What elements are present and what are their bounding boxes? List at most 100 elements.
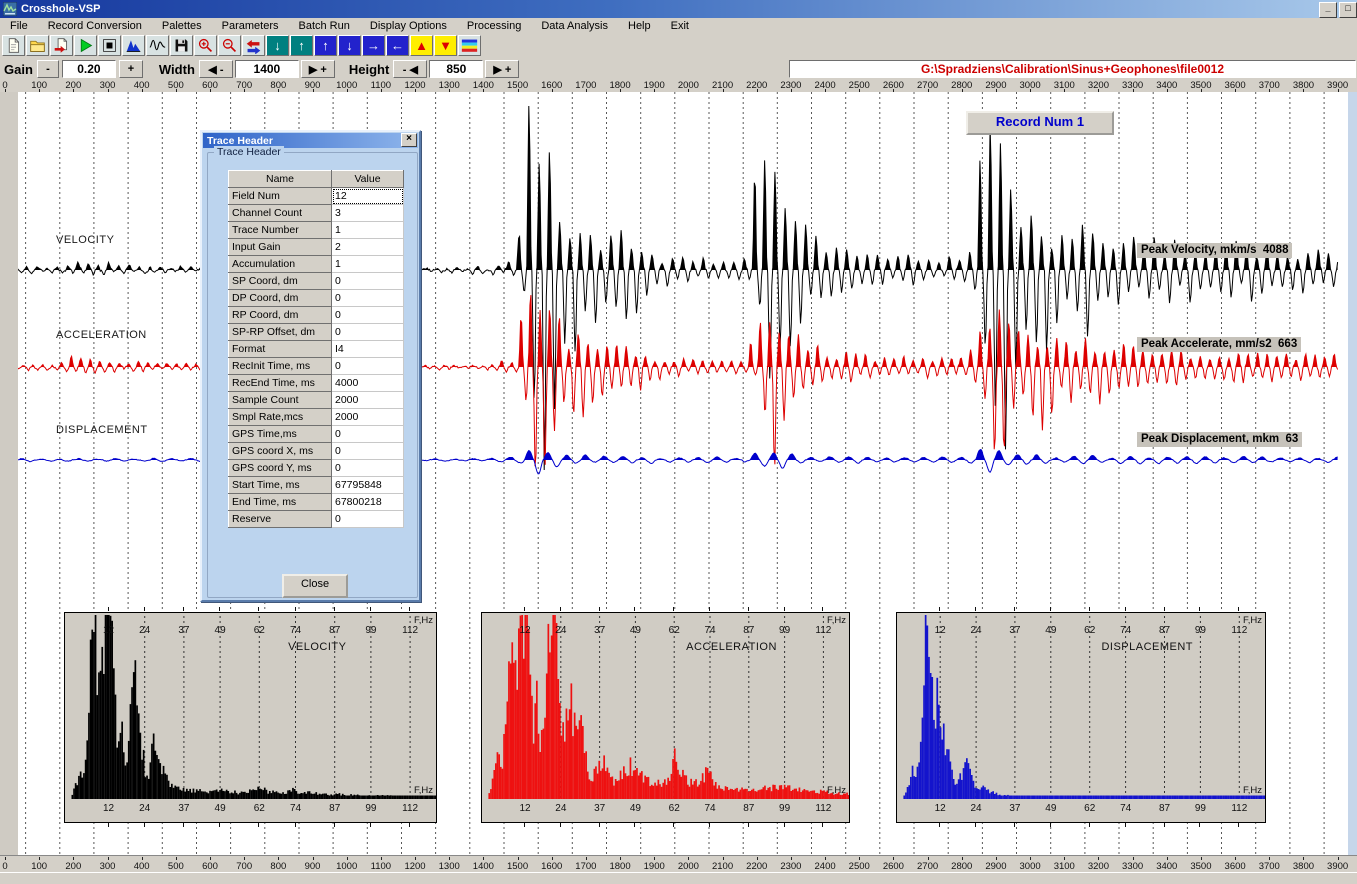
- field-value-cell[interactable]: 0: [332, 358, 404, 375]
- zoom-out-button[interactable]: [218, 35, 241, 56]
- freq-tick-label: 12: [935, 803, 946, 814]
- field-value-cell[interactable]: 0: [332, 511, 404, 528]
- ruler-tick: [142, 857, 143, 860]
- menu-item-data-analysis[interactable]: Data Analysis: [531, 19, 618, 34]
- field-value-cell[interactable]: 2: [332, 239, 404, 256]
- field-value-cell[interactable]: 0: [332, 290, 404, 307]
- stop-button[interactable]: [98, 35, 121, 56]
- chart-outer-tick: [1014, 607, 1015, 611]
- trace-header-row: GPS coord X, ms0: [229, 443, 404, 460]
- ruler-tick: [688, 857, 689, 860]
- save-record-as-button[interactable]: [50, 35, 73, 56]
- trace-header-row: End Time, ms67800218: [229, 494, 404, 511]
- freq-tick-label: 74: [1120, 625, 1131, 636]
- spectrum-view-button[interactable]: [122, 35, 145, 56]
- move-up-button[interactable]: ↑: [290, 35, 313, 56]
- waveform-view-button[interactable]: [146, 35, 169, 56]
- ruler-label: 1100: [371, 861, 391, 872]
- ruler-tick: [244, 857, 245, 860]
- ruler-label: 1800: [609, 861, 630, 872]
- field-value-cell[interactable]: 2000: [332, 409, 404, 426]
- gain-up-button[interactable]: ▲: [410, 35, 433, 56]
- field-name-cell: DP Coord, dm: [229, 290, 332, 307]
- field-value-cell[interactable]: 1: [332, 222, 404, 239]
- freq-tick-label: 12: [935, 625, 946, 636]
- field-value-cell[interactable]: 67800218: [332, 494, 404, 511]
- field-value-cell[interactable]: 0: [332, 273, 404, 290]
- trace-header-row: Channel Count3: [229, 205, 404, 222]
- menu-item-parameters[interactable]: Parameters: [212, 19, 289, 34]
- open-file-icon: [27, 36, 48, 55]
- scroll-right-button[interactable]: →: [362, 35, 385, 56]
- menu-item-palettes[interactable]: Palettes: [152, 19, 212, 34]
- menu-item-processing[interactable]: Processing: [457, 19, 531, 34]
- gain-down-button[interactable]: ▼: [434, 35, 457, 56]
- field-name-cell: GPS coord X, ms: [229, 443, 332, 460]
- open-file-button[interactable]: [26, 35, 49, 56]
- ruler-tick: [5, 857, 6, 860]
- menu-item-exit[interactable]: Exit: [661, 19, 699, 34]
- field-name-cell: Input Gain: [229, 239, 332, 256]
- minimize-button[interactable]: _: [1319, 2, 1337, 18]
- gain-decrease-button[interactable]: -: [37, 60, 59, 78]
- scroll-up-button[interactable]: ↑: [314, 35, 337, 56]
- width-increase-button[interactable]: ▶ +: [301, 60, 335, 78]
- ruler-tick: [586, 857, 587, 860]
- width-input[interactable]: [235, 60, 299, 78]
- freq-tick-label: 37: [178, 625, 189, 636]
- waveform-view-icon: [147, 36, 168, 55]
- zoom-in-button[interactable]: [194, 35, 217, 56]
- palette-button[interactable]: [458, 35, 481, 56]
- menu-item-help[interactable]: Help: [618, 19, 661, 34]
- field-value-cell[interactable]: 67795848: [332, 477, 404, 494]
- scroll-left-button[interactable]: ←: [386, 35, 409, 56]
- field-value-cell[interactable]: 2000: [332, 392, 404, 409]
- move-down-icon: ↓: [267, 36, 288, 55]
- field-value-cell[interactable]: 0: [332, 460, 404, 477]
- ruler-label: 400: [134, 861, 150, 872]
- dialog-close-icon[interactable]: ×: [401, 133, 417, 147]
- height-increase-button[interactable]: ▶ +: [485, 60, 519, 78]
- swap-direction-button[interactable]: [242, 35, 265, 56]
- field-value-cell[interactable]: 0: [332, 426, 404, 443]
- gain-input[interactable]: [62, 60, 116, 78]
- move-down-button[interactable]: ↓: [266, 35, 289, 56]
- freq-tick-label: 74: [704, 625, 715, 636]
- field-value-cell[interactable]: 0: [332, 443, 404, 460]
- field-value-cell[interactable]: 4000: [332, 375, 404, 392]
- ruler-label: 1700: [575, 861, 596, 872]
- menu-item-record-conversion[interactable]: Record Conversion: [38, 19, 152, 34]
- menu-item-batch-run[interactable]: Batch Run: [289, 19, 360, 34]
- width-decrease-button[interactable]: ◀ -: [199, 60, 233, 78]
- freq-tick-label: 24: [555, 803, 566, 814]
- gain-increase-button[interactable]: +: [119, 60, 143, 78]
- maximize-button[interactable]: □: [1339, 2, 1357, 18]
- field-value-cell[interactable]: 12: [332, 188, 404, 205]
- toolbar: ↓↑↑↓→←▲▼: [0, 34, 1357, 58]
- chart-title: DISPLACEMENT: [1101, 641, 1193, 653]
- start-button[interactable]: [74, 35, 97, 56]
- ruler-label: 800: [270, 861, 286, 872]
- chart-outer-tick: [748, 823, 749, 827]
- new-record-button[interactable]: [2, 35, 25, 56]
- field-value-cell[interactable]: I4: [332, 341, 404, 358]
- chart-outer-tick: [784, 823, 785, 827]
- stop-icon: [99, 36, 120, 55]
- menu-item-file[interactable]: File: [0, 19, 38, 34]
- close-button[interactable]: Close: [282, 574, 348, 598]
- height-decrease-button[interactable]: - ◀: [393, 60, 427, 78]
- freq-tick-label: 12: [519, 803, 530, 814]
- freq-tick-label: 87: [743, 803, 754, 814]
- field-value-cell[interactable]: 1: [332, 256, 404, 273]
- save-button[interactable]: [170, 35, 193, 56]
- field-value-cell[interactable]: 0: [332, 307, 404, 324]
- field-value-cell[interactable]: 0: [332, 324, 404, 341]
- zoom-out-icon: [219, 36, 240, 55]
- scroll-down-button[interactable]: ↓: [338, 35, 361, 56]
- chart-outer-tick: [370, 607, 371, 611]
- ruler-tick: [210, 857, 211, 860]
- field-value-cell[interactable]: 3: [332, 205, 404, 222]
- height-input[interactable]: [429, 60, 483, 78]
- ruler-label: 3700: [1259, 861, 1280, 872]
- menu-item-display-options[interactable]: Display Options: [360, 19, 457, 34]
